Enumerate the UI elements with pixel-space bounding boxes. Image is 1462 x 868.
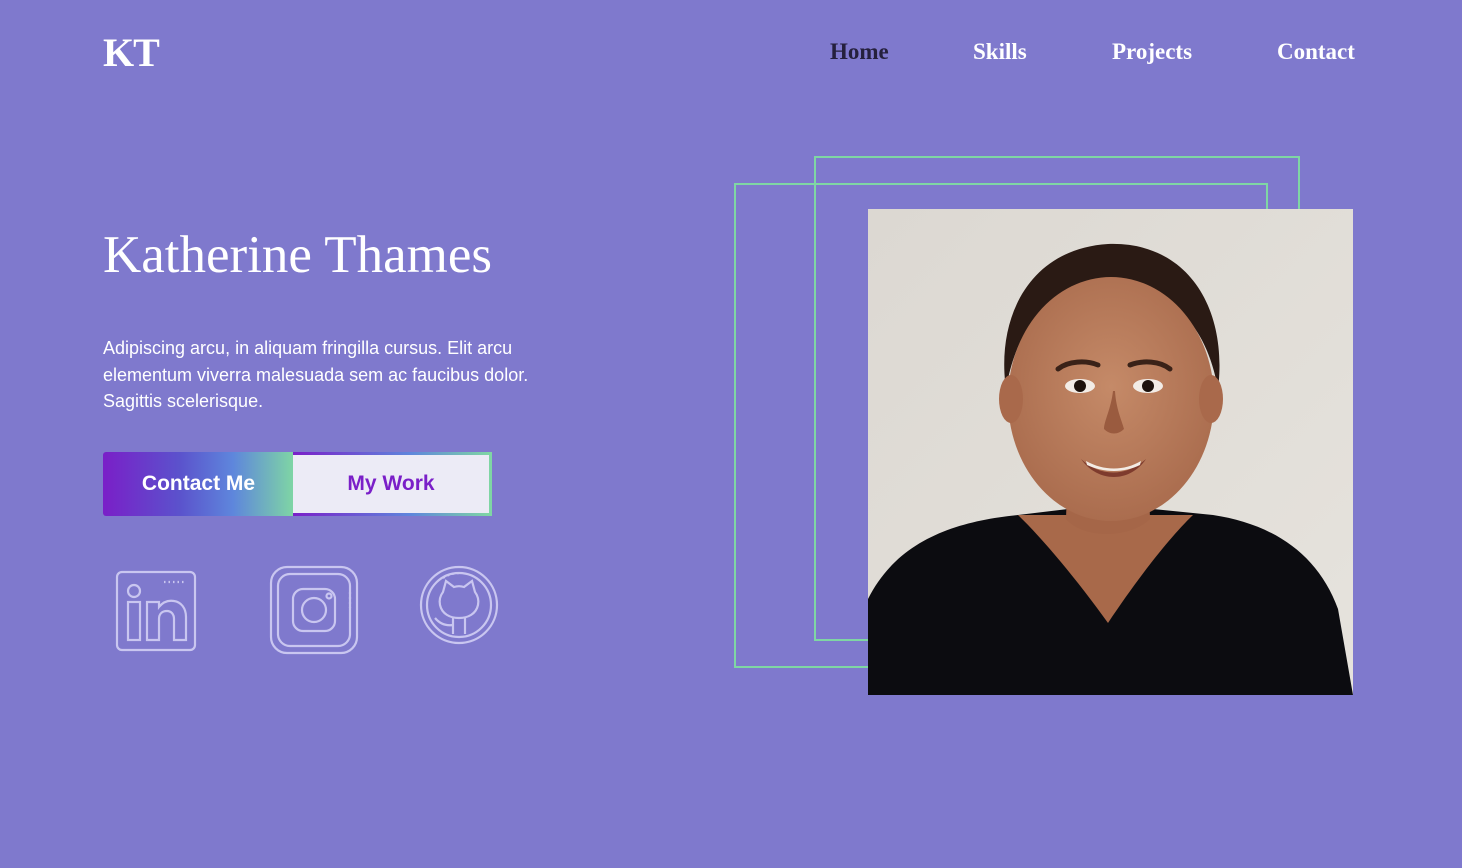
linkedin-icon[interactable] bbox=[108, 562, 204, 658]
nav-item-skills[interactable]: Skills bbox=[973, 38, 1027, 66]
instagram-icon[interactable] bbox=[266, 562, 362, 658]
hero-description: Adipiscing arcu, in aliquam fringilla cu… bbox=[103, 338, 529, 411]
nav-item-home[interactable]: Home bbox=[830, 38, 889, 66]
nav-item-contact[interactable]: Contact bbox=[1277, 38, 1355, 66]
my-work-button[interactable]: My Work bbox=[293, 452, 492, 516]
nav-item-projects[interactable]: Projects bbox=[1112, 38, 1192, 66]
github-icon[interactable] bbox=[413, 562, 509, 658]
main-nav: Home Skills Projects Contact bbox=[0, 38, 1462, 68]
profile-photo bbox=[868, 209, 1353, 695]
hero-name: Katherine Thames bbox=[103, 226, 493, 284]
contact-me-button[interactable]: Contact Me bbox=[103, 452, 294, 516]
